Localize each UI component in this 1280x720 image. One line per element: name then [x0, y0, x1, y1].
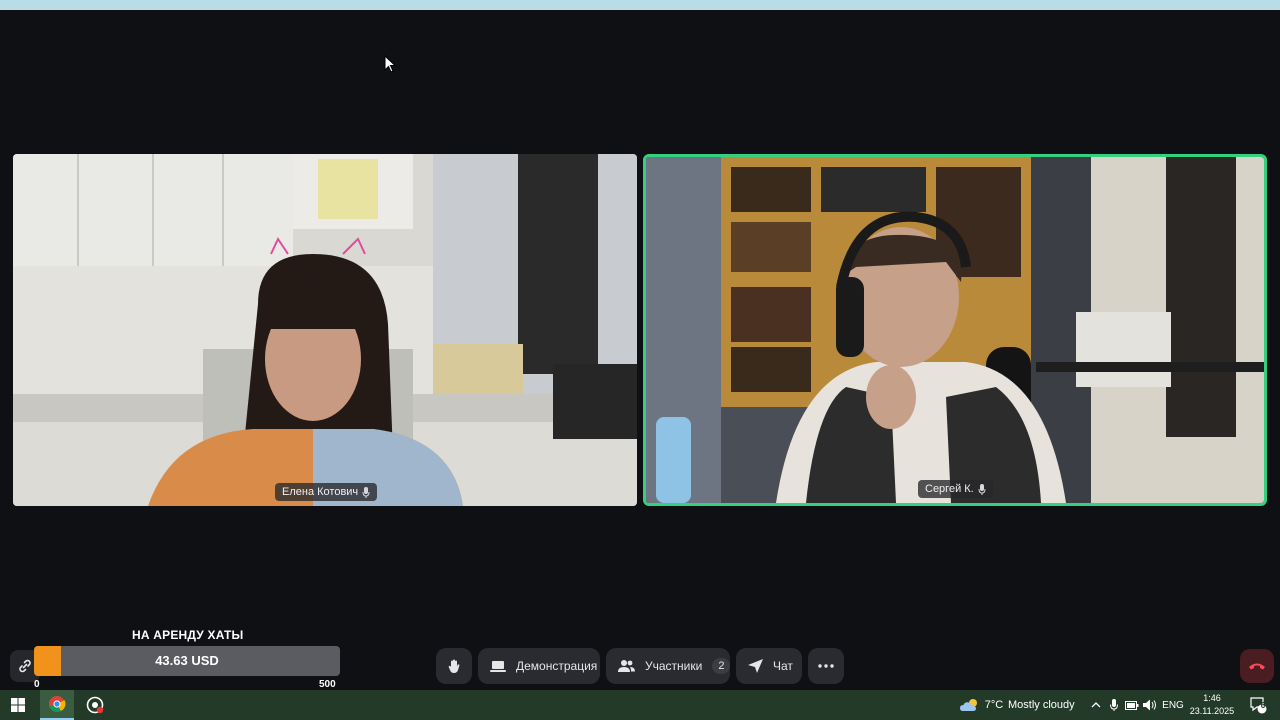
- start-button[interactable]: [4, 690, 32, 720]
- notifications-count: 6: [1260, 701, 1266, 710]
- participant-name: Сергей К.: [925, 483, 974, 495]
- taskbar-clock[interactable]: 1:46 23.11.2025: [1186, 692, 1238, 718]
- tray-overflow-button[interactable]: [1088, 690, 1104, 720]
- donation-goal-title: НА АРЕНДУ ХАТЫ: [132, 628, 244, 642]
- mouse-cursor-icon: [384, 55, 396, 73]
- participants-button[interactable]: Участники 2: [606, 648, 731, 684]
- participant-name: Елена Котович: [282, 486, 359, 498]
- people-icon: [618, 660, 635, 672]
- screen-share-icon: [490, 661, 506, 672]
- donation-amount: 43.63 USD: [155, 653, 219, 668]
- tray-volume[interactable]: [1142, 690, 1158, 720]
- cloud-icon: [960, 699, 977, 711]
- screenshare-button[interactable]: Демонстрация: [478, 648, 600, 684]
- battery-icon: [1125, 700, 1139, 710]
- tray-battery[interactable]: [1124, 690, 1140, 720]
- hand-icon: [448, 659, 460, 673]
- video-feed-room: [646, 157, 1264, 503]
- chrome-icon: [49, 696, 66, 713]
- video-tile-sergey-active-speaker[interactable]: Сергей К.: [643, 154, 1267, 506]
- chat-label: Чат: [773, 659, 793, 673]
- participants-label: Участники: [645, 659, 703, 673]
- raise-hand-button[interactable]: [436, 648, 472, 684]
- speaker-icon: [1143, 699, 1156, 711]
- weather-widget-icon[interactable]: [958, 690, 982, 720]
- leave-call-button[interactable]: [1240, 649, 1274, 683]
- donation-progress-bar: 43.63 USD: [34, 646, 340, 676]
- microphone-icon: [362, 486, 370, 498]
- chevron-up-icon: [1091, 702, 1101, 708]
- link-icon: [19, 659, 31, 673]
- video-tile-elena[interactable]: Елена Котович: [13, 154, 637, 506]
- donation-max-value: 500: [319, 679, 336, 690]
- tray-microphone[interactable]: [1106, 690, 1122, 720]
- participant-name-tag: Сергей К.: [918, 480, 993, 498]
- notifications-button[interactable]: 6: [1244, 690, 1272, 720]
- weather-temperature: 7°C: [984, 699, 1004, 711]
- taskbar-chrome[interactable]: [40, 690, 74, 720]
- phone-hangup-icon: [1249, 663, 1265, 670]
- obs-record-icon: [86, 696, 104, 714]
- participants-count-badge: 2: [712, 658, 731, 674]
- windows-logo-icon: [11, 698, 25, 712]
- clock-date: 23.11.2025: [1189, 706, 1235, 716]
- screenshare-label: Демонстрация: [516, 659, 598, 673]
- chat-button[interactable]: Чат: [736, 648, 802, 684]
- windows-taskbar: 7°C Mostly cloudy ENG 6: [0, 690, 1280, 720]
- send-paper-plane-icon: [748, 659, 763, 673]
- more-dots-icon: [818, 664, 834, 668]
- donation-min-value: 0: [34, 679, 40, 690]
- browser-top-strip: [0, 0, 1280, 10]
- microphone-icon: [1110, 699, 1118, 711]
- microphone-icon: [978, 483, 986, 495]
- clock-time: 1:46: [1203, 693, 1221, 703]
- weather-description: Mostly cloudy: [1008, 699, 1075, 711]
- taskbar-app[interactable]: [80, 690, 110, 720]
- more-options-button[interactable]: [808, 648, 844, 684]
- video-feed-kitchen: [13, 154, 637, 506]
- participant-name-tag: Елена Котович: [275, 483, 378, 501]
- tray-language[interactable]: ENG: [1160, 690, 1186, 720]
